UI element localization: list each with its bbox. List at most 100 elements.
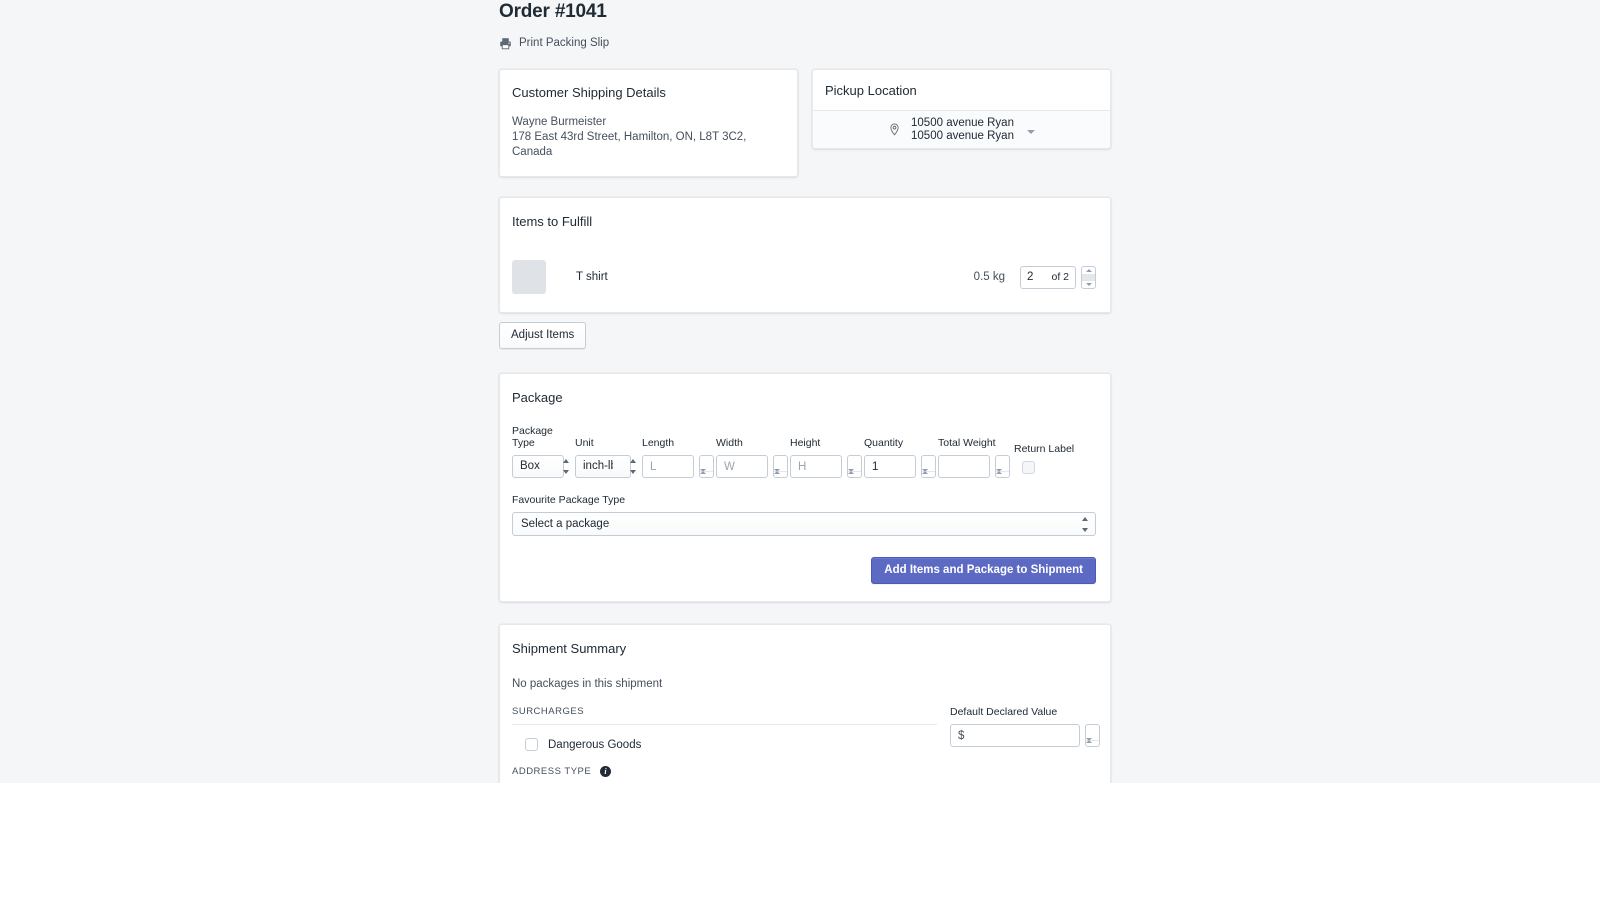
section-heading-label: ADDRESS TYPE (512, 766, 591, 777)
field-return-label: Return Label (1014, 443, 1074, 478)
total-weight-control (938, 455, 1014, 478)
width-stepper[interactable] (773, 455, 788, 478)
page-title: Order #1041 (499, 0, 1111, 23)
height-input[interactable] (790, 455, 842, 478)
height-stepper[interactable] (847, 455, 862, 478)
declared-value-label: Default Declared Value (950, 706, 1100, 718)
summary-card-title: Shipment Summary (512, 641, 1096, 657)
customer-shipping-details-card: Customer Shipping Details Wayne Burmeist… (499, 69, 798, 177)
shipment-summary-card: Shipment Summary No packages in this shi… (499, 624, 1111, 783)
declared-value-control (950, 724, 1100, 747)
stepper-down-icon[interactable] (774, 472, 787, 487)
field-label-width: Width (716, 437, 790, 449)
field-label-height: Height (790, 437, 864, 449)
package-type-select-wrap: Box (512, 455, 575, 478)
item-quantity-input[interactable]: 2 of 2 (1020, 266, 1076, 289)
item-weight: 0.5 kg (974, 271, 1005, 283)
items-card-title: Items to Fulfill (512, 214, 1096, 230)
customer-name: Wayne Burmeister (512, 115, 781, 130)
quantity-stepper[interactable] (921, 455, 936, 478)
package-type-select[interactable]: Box (512, 455, 564, 478)
stepper-divider (1082, 274, 1095, 281)
field-label-unit: Unit (575, 437, 642, 449)
return-label-checkbox[interactable] (1022, 461, 1035, 474)
field-label-return-label: Return Label (1014, 443, 1074, 455)
field-quantity: Quantity (864, 437, 938, 478)
width-control (716, 455, 790, 478)
top-cards-row: Customer Shipping Details Wayne Burmeist… (499, 69, 1111, 177)
favourite-package-select-wrap: Select a package (512, 512, 1096, 536)
info-icon[interactable]: i (600, 766, 611, 777)
summary-options-column: SURCHARGES Dangerous Goods ADDRESS TYPE … (512, 706, 937, 783)
item-row: T shirt 0.5 kg 2 of 2 (512, 260, 1096, 294)
pickup-card-title: Pickup Location (813, 83, 1110, 110)
favourite-package-type-select[interactable]: Select a package (512, 512, 1096, 536)
summary-body: SURCHARGES Dangerous Goods ADDRESS TYPE … (512, 706, 1096, 783)
section-heading-surcharges: SURCHARGES (512, 706, 937, 725)
quantity-input[interactable] (864, 455, 916, 478)
chevron-down-icon (1027, 130, 1035, 134)
declared-value-input[interactable] (950, 724, 1080, 747)
stepper-down-icon[interactable] (1086, 741, 1099, 756)
item-name: T shirt (576, 271, 608, 283)
length-control (642, 455, 716, 478)
stepper-down-icon[interactable] (922, 472, 935, 487)
option-row-dangerous-goods[interactable]: Dangerous Goods (512, 733, 937, 756)
item-quantity-of: of 2 (1051, 271, 1069, 283)
declared-value-column: Default Declared Value (950, 706, 1100, 783)
stepper-down-icon[interactable] (848, 472, 861, 487)
field-label-quantity: Quantity (864, 437, 938, 449)
unit-select-wrap: inch-lb (575, 455, 642, 478)
total-weight-input[interactable] (938, 455, 990, 478)
declared-value-stepper[interactable] (1085, 724, 1100, 747)
field-length: Length (642, 437, 716, 478)
app-viewport: Order #1041 Print Packing Slip Customer … (0, 0, 1600, 783)
field-unit: Unit inch-lb (575, 437, 642, 478)
order-fulfillment-page: Order #1041 Print Packing Slip Customer … (499, 0, 1111, 783)
item-thumbnail (512, 260, 546, 294)
field-label-total-weight: Total Weight (938, 437, 1014, 449)
total-weight-stepper[interactable] (995, 455, 1010, 478)
stepper-down-icon[interactable] (996, 472, 1009, 487)
section-heading-label: SURCHARGES (512, 706, 584, 717)
length-stepper[interactable] (699, 455, 714, 478)
field-package-type: Package Type Box (512, 425, 575, 478)
favourite-package-type-label: Favourite Package Type (512, 494, 1096, 506)
print-packing-slip-link[interactable]: Print Packing Slip (499, 36, 1111, 50)
select-arrows-icon (563, 459, 570, 474)
no-packages-text: No packages in this shipment (512, 678, 1096, 690)
item-quantity-value: 2 (1027, 271, 1033, 283)
pickup-location-card: Pickup Location 10500 avenue Ryan 10500 … (812, 69, 1111, 149)
field-total-weight: Total Weight (938, 437, 1014, 478)
add-items-and-package-button[interactable]: Add Items and Package to Shipment (871, 557, 1096, 584)
field-width: Width (716, 437, 790, 478)
map-pin-icon (888, 123, 901, 136)
length-input[interactable] (642, 455, 694, 478)
unit-select[interactable]: inch-lb (575, 455, 631, 478)
package-card: Package Package Type Box Unit i (499, 373, 1111, 602)
pickup-location-line2: 10500 avenue Ryan (911, 130, 1014, 143)
height-control (790, 455, 864, 478)
stepper-up-icon[interactable] (1082, 267, 1095, 274)
package-fields-row: Package Type Box Unit inch-lb (512, 425, 1096, 478)
print-packing-slip-label: Print Packing Slip (519, 37, 609, 50)
field-height: Height (790, 437, 864, 478)
customer-address: 178 East 43rd Street, Hamilton, ON, L8T … (512, 130, 781, 160)
adjust-items-button[interactable]: Adjust Items (499, 322, 586, 349)
field-label-package-type: Package Type (512, 425, 575, 449)
stepper-down-icon[interactable] (700, 472, 713, 487)
pickup-location-line1: 10500 avenue Ryan (911, 117, 1014, 130)
stepper-down-icon[interactable] (1082, 281, 1095, 288)
package-card-title: Package (512, 390, 1096, 406)
printer-icon (499, 37, 512, 50)
shipping-card-title: Customer Shipping Details (512, 85, 781, 101)
dangerous-goods-label: Dangerous Goods (548, 739, 641, 751)
width-input[interactable] (716, 455, 768, 478)
select-arrows-icon (630, 459, 637, 474)
dangerous-goods-checkbox[interactable] (525, 738, 538, 751)
item-quantity-stepper[interactable] (1081, 266, 1096, 289)
quantity-control (864, 455, 938, 478)
field-label-length: Length (642, 437, 716, 449)
section-heading-address-type: ADDRESS TYPE i (512, 766, 937, 783)
pickup-location-select[interactable]: 10500 avenue Ryan 10500 avenue Ryan (813, 110, 1110, 148)
